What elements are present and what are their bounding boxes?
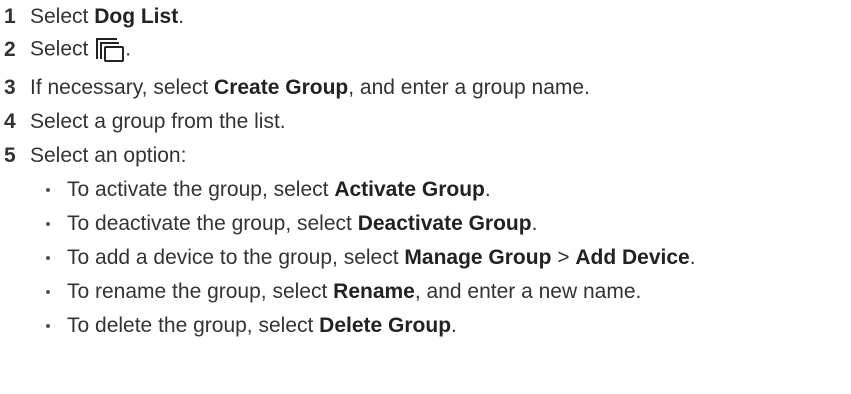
option-item-rename: To rename the group, select Rename, and … [40,275,641,309]
step-text: If necessary, select Create Group, and e… [30,76,590,99]
ui-term-activate-group: Activate Group [334,178,485,201]
step-text: Select Dog List. [30,5,185,28]
step-number: 2 [4,38,16,61]
step-1: 1 Select Dog List. [0,0,184,34]
option-text: To rename the group, select Rename, and … [67,280,642,303]
option-item-deactivate: To deactivate the group, select Deactiva… [40,207,537,241]
bullet-dot [46,290,50,294]
ui-term-deactivate-group: Deactivate Group [357,212,532,235]
option-text: To activate the group, select Activate G… [67,178,491,201]
option-text: To delete the group, select Delete Group… [67,314,457,337]
bullet-dot [46,324,50,328]
option-item-activate: To activate the group, select Activate G… [40,173,491,207]
step-text: Select . [30,37,131,63]
option-text: To deactivate the group, select Deactiva… [67,212,538,235]
step-4: 4 Select a group from the list. [0,105,286,139]
ui-term-rename: Rename [333,280,415,303]
bullet-dot [46,222,50,226]
stacked-windows-icon [96,38,125,62]
ui-term-create-group: Create Group [214,76,349,99]
step-3: 3 If necessary, select Create Group, and… [0,71,590,105]
ui-term-manage-group: Manage Group [404,246,552,269]
step-number: 1 [4,5,16,28]
step-number: 3 [4,76,16,99]
ui-term-dog-list: Dog List [94,5,179,28]
option-item-add-device: To add a device to the group, select Man… [40,241,696,275]
bullet-dot [46,188,50,192]
step-text: Select an option: [30,144,187,167]
step-text: Select a group from the list. [30,110,286,133]
step-number: 4 [4,110,16,133]
step-5: 5 Select an option: [0,139,186,173]
ui-term-delete-group: Delete Group [319,314,452,337]
step-2: 2 Select . [0,33,131,67]
step-number: 5 [4,144,16,167]
ui-term-add-device: Add Device [575,246,690,269]
option-item-delete: To delete the group, select Delete Group… [40,309,457,343]
bullet-dot [46,256,50,260]
option-text: To add a device to the group, select Man… [67,246,696,269]
